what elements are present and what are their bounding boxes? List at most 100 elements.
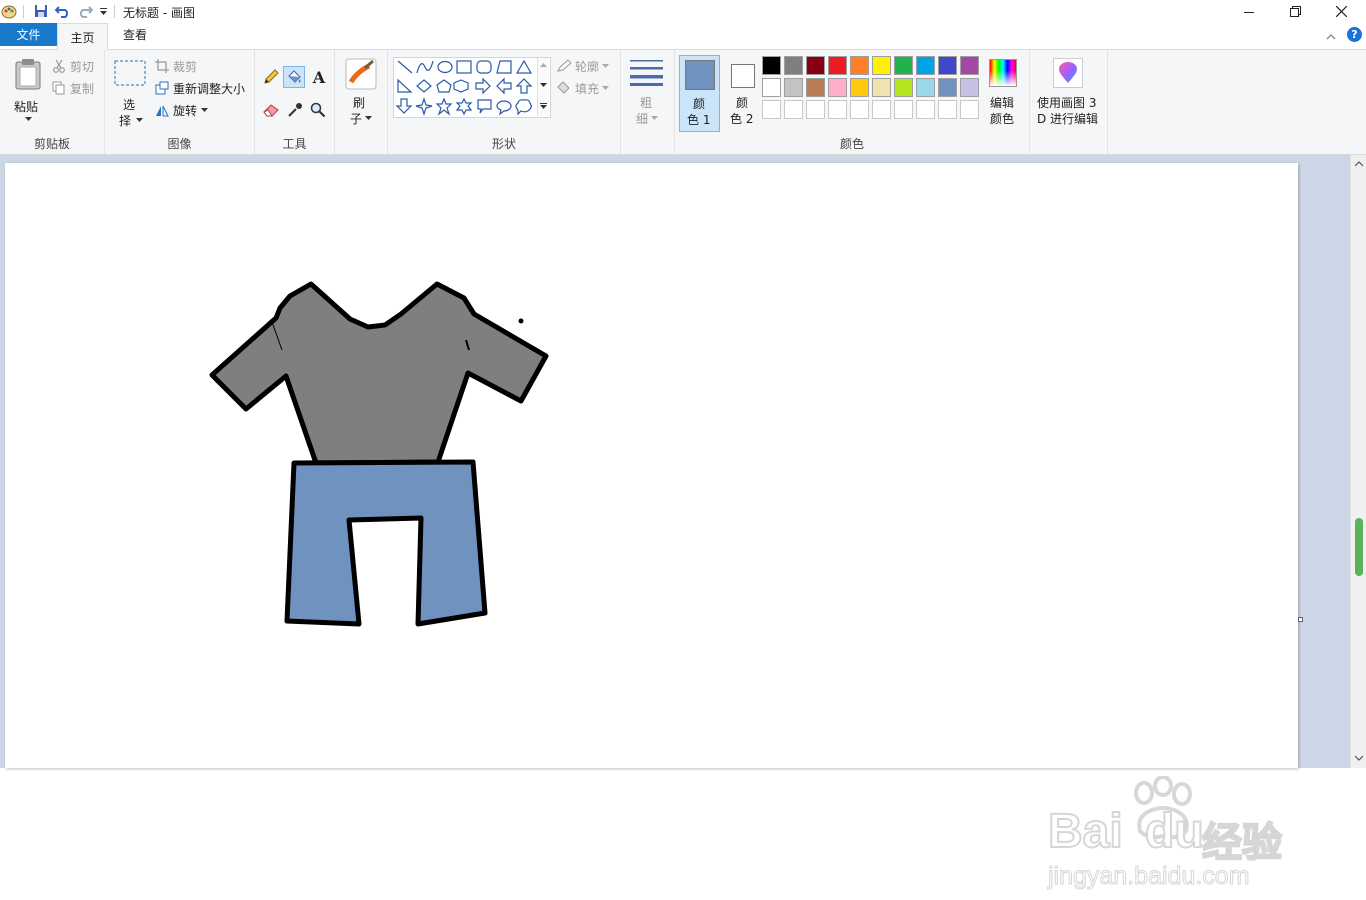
palette-swatch[interactable]	[784, 78, 803, 97]
edit-colors-button[interactable]: 编辑 颜色	[986, 55, 1026, 132]
text-tool[interactable]: A	[308, 66, 330, 88]
shape-hexagon[interactable]	[453, 79, 469, 93]
fill-button[interactable]: 填充	[556, 79, 610, 97]
shape-five-point-star[interactable]	[435, 97, 453, 116]
palette-swatch[interactable]	[828, 78, 847, 97]
palette-swatch[interactable]	[762, 56, 781, 75]
palette-swatch[interactable]	[784, 56, 803, 75]
save-icon[interactable]	[32, 2, 50, 20]
palette-swatch[interactable]	[806, 56, 825, 75]
palette-custom-slot[interactable]	[806, 100, 825, 119]
undo-icon[interactable]	[54, 2, 72, 20]
color2-button[interactable]: 颜 色 2	[723, 55, 764, 132]
palette-swatch[interactable]	[850, 78, 869, 97]
color1-button[interactable]: 颜 色 1	[679, 55, 720, 132]
group-brushes[interactable]: 刷 子	[335, 50, 388, 154]
paint-app-icon[interactable]	[0, 2, 18, 20]
shape-six-point-star[interactable]	[455, 97, 473, 116]
paste-button[interactable]: 粘贴	[8, 54, 48, 126]
palette-swatch[interactable]	[828, 56, 847, 75]
watermark-brand: Bai	[1047, 804, 1124, 859]
close-button[interactable]	[1318, 0, 1364, 23]
tab-view[interactable]: 查看	[108, 23, 162, 46]
palette-custom-slot[interactable]	[828, 100, 847, 119]
palette-custom-slot[interactable]	[938, 100, 957, 119]
scroll-down-icon[interactable]	[1355, 755, 1363, 761]
palette-custom-slot[interactable]	[762, 100, 781, 119]
palette-swatch[interactable]	[916, 56, 935, 75]
palette-swatch[interactable]	[938, 78, 957, 97]
palette-swatch[interactable]	[960, 78, 979, 97]
palette-custom-slot[interactable]	[850, 100, 869, 119]
edit-with-paint3d-button[interactable]: 使用画图 3 D 进行编辑	[1030, 50, 1108, 154]
palette-swatch[interactable]	[762, 78, 781, 97]
title-bar: 无标题 - 画图	[0, 0, 1366, 23]
customize-toolbar-icon[interactable]	[97, 2, 109, 20]
shape-up-arrow[interactable]	[515, 78, 533, 94]
palette-custom-slot[interactable]	[916, 100, 935, 119]
palette-custom-slot[interactable]	[872, 100, 891, 119]
redo-icon[interactable]	[76, 2, 94, 20]
scroll-thumb[interactable]	[1355, 518, 1363, 576]
palette-custom-slot[interactable]	[960, 100, 979, 119]
palette-swatch[interactable]	[894, 78, 913, 97]
shape-right-triangle[interactable]	[397, 78, 413, 93]
scroll-up-icon[interactable]	[1355, 161, 1363, 167]
palette-swatch[interactable]	[850, 56, 869, 75]
vertical-scrollbar[interactable]	[1350, 155, 1366, 768]
palette-custom-slot[interactable]	[784, 100, 803, 119]
shape-line[interactable]	[397, 60, 413, 74]
rotate-button[interactable]: 旋转	[155, 101, 209, 119]
collapse-ribbon-icon[interactable]	[1326, 29, 1336, 43]
pencil-tool[interactable]	[261, 67, 281, 87]
shape-diamond[interactable]	[416, 79, 432, 93]
drawing-canvas[interactable]	[5, 163, 1298, 768]
shape-oval-callout[interactable]	[496, 100, 512, 116]
shape-rectangle[interactable]	[456, 60, 472, 74]
palette-swatch[interactable]	[960, 56, 979, 75]
watermark-url: jingyan.baidu.com	[1048, 862, 1251, 891]
shape-curve[interactable]	[416, 60, 434, 74]
brush-icon	[345, 58, 377, 90]
shape-cloud-callout[interactable]	[515, 99, 532, 116]
eraser-tool[interactable]	[261, 100, 281, 120]
eraser-icon	[263, 104, 279, 117]
tab-home[interactable]: 主页	[57, 23, 108, 50]
canvas-resize-handle[interactable]	[1298, 617, 1303, 622]
shapes-gallery-scroll[interactable]	[537, 58, 549, 116]
color-picker-tool[interactable]	[285, 100, 305, 120]
shape-down-arrow[interactable]	[395, 98, 413, 114]
shape-polygon[interactable]	[496, 60, 512, 74]
palette-swatch[interactable]	[938, 56, 957, 75]
shape-rect-callout[interactable]	[477, 99, 492, 114]
shape-right-arrow[interactable]	[475, 77, 491, 95]
resize-button[interactable]: 重新调整大小	[155, 79, 245, 97]
group-label-shapes: 形状	[491, 137, 516, 151]
shape-four-point-star[interactable]	[415, 97, 433, 116]
size-button[interactable]: 粗 细	[621, 50, 675, 154]
shape-triangle[interactable]	[515, 59, 533, 74]
edit-colors-label-bottom: 颜色	[990, 112, 1015, 126]
shape-oval[interactable]	[437, 60, 453, 74]
outline-button[interactable]: 轮廓	[556, 57, 610, 75]
crop-button[interactable]: 裁剪	[155, 57, 197, 75]
palette-custom-slot[interactable]	[894, 100, 913, 119]
restore-button[interactable]	[1272, 0, 1318, 23]
copy-button[interactable]: 复制	[52, 79, 94, 97]
magnifier-tool[interactable]	[308, 100, 328, 120]
palette-swatch[interactable]	[806, 78, 825, 97]
minimize-button[interactable]	[1226, 0, 1272, 23]
help-icon[interactable]: ?	[1347, 27, 1362, 42]
select-button[interactable]: 选 择	[111, 56, 147, 128]
cut-button[interactable]: 剪切	[52, 57, 94, 75]
shape-left-arrow[interactable]	[496, 77, 512, 95]
shape-pentagon[interactable]	[436, 79, 452, 93]
fill-tool[interactable]	[283, 66, 305, 88]
palette-swatch[interactable]	[916, 78, 935, 97]
palette-swatch[interactable]	[894, 56, 913, 75]
palette-swatch[interactable]	[872, 56, 891, 75]
tab-file[interactable]: 文件	[0, 23, 57, 46]
chevron-down-icon	[201, 107, 209, 112]
palette-swatch[interactable]	[872, 78, 891, 97]
shape-rounded-rectangle[interactable]	[476, 60, 492, 74]
